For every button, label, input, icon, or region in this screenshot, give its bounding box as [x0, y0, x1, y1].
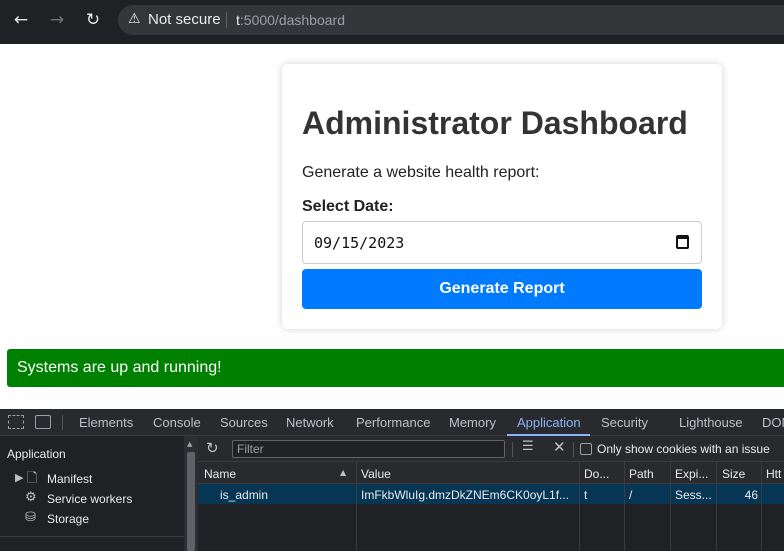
warning-triangle-icon: ⚠	[128, 11, 141, 27]
column-header-domain[interactable]: Do...	[584, 467, 622, 481]
devtools-panel: Elements Console Sources Network Perform…	[0, 409, 784, 551]
column-header-name[interactable]: Name	[204, 467, 334, 481]
cookies-table: Name ▲ Value Do... Path Expi... Size Htt…	[198, 462, 784, 551]
sidebar-item-storage[interactable]: Storage	[47, 512, 89, 526]
sidebar-title: Application	[7, 447, 66, 461]
database-icon: ⛁	[25, 510, 36, 525]
tab-dom[interactable]: DOM	[762, 415, 784, 430]
tab-divider	[62, 415, 63, 430]
url-path: :5000/dashboard	[239, 12, 345, 28]
omnibox-separator	[226, 12, 227, 28]
column-header-path[interactable]: Path	[629, 467, 669, 481]
cookie-name[interactable]: is_admin	[220, 488, 350, 502]
table-header: Name ▲ Value Do... Path Expi... Size Htt	[198, 462, 784, 484]
cookie-domain[interactable]: t	[584, 488, 622, 502]
sidebar-divider	[0, 536, 184, 537]
scroll-up-icon[interactable]: ▲	[187, 440, 192, 448]
calendar-icon[interactable]	[676, 235, 689, 249]
tab-performance[interactable]: Performance	[356, 415, 430, 430]
tab-network[interactable]: Network	[286, 415, 334, 430]
column-divider[interactable]	[356, 462, 357, 551]
url-text[interactable]: t:5000/dashboard	[236, 12, 345, 28]
report-description: Generate a website health report:	[302, 164, 540, 181]
column-divider[interactable]	[579, 462, 580, 551]
cookie-path[interactable]: /	[629, 488, 669, 502]
toolbar-separator	[573, 442, 574, 457]
generate-report-button[interactable]: Generate Report	[302, 269, 702, 309]
date-label: Select Date:	[302, 198, 394, 215]
column-divider[interactable]	[670, 462, 671, 551]
inspect-element-icon[interactable]	[8, 415, 24, 429]
tab-sources[interactable]: Sources	[220, 415, 268, 430]
only-issues-checkbox[interactable]	[580, 443, 592, 455]
forward-arrow-icon[interactable]: →	[44, 9, 70, 31]
column-divider[interactable]	[761, 462, 762, 551]
date-input[interactable]: 09/15/2023	[302, 221, 702, 264]
tab-memory[interactable]: Memory	[449, 415, 496, 430]
cookie-value[interactable]: ImFkbWluIg.dmzDkZNEm6CK0oyL1f...	[361, 488, 573, 502]
refresh-icon[interactable]: ↻	[206, 439, 219, 457]
sidebar-item-manifest[interactable]: Manifest	[47, 472, 92, 486]
tab-security[interactable]: Security	[601, 415, 648, 430]
only-issues-label: Only show cookies with an issue	[597, 442, 770, 456]
back-arrow-icon[interactable]: ←	[8, 9, 34, 31]
security-indicator[interactable]: Not secure	[148, 11, 221, 28]
sidebar-scrollbar[interactable]: ▲	[184, 436, 198, 551]
cookie-filter-input[interactable]	[232, 440, 505, 458]
column-header-httponly[interactable]: Htt	[766, 467, 784, 481]
tab-lighthouse[interactable]: Lighthouse	[679, 415, 743, 430]
scrollbar-thumb[interactable]	[187, 452, 195, 551]
column-header-size[interactable]: Size	[722, 467, 758, 481]
file-icon: 🗋	[27, 471, 38, 486]
cookie-expires[interactable]: Sess...	[675, 488, 713, 502]
page-title: Administrator Dashboard	[302, 105, 688, 141]
toolbar-separator	[512, 442, 513, 457]
sort-ascending-icon[interactable]: ▲	[340, 468, 346, 477]
reload-icon[interactable]: ↻	[80, 9, 106, 31]
column-header-expires[interactable]: Expi...	[675, 467, 713, 481]
tab-elements[interactable]: Elements	[79, 415, 133, 430]
browser-toolbar: ← → ↻ ⚠ Not secure t:5000/dashboard	[0, 0, 784, 44]
column-divider[interactable]	[624, 462, 625, 551]
cookies-toolbar: ↻ ☰ ✕ Only show cookies with an issue	[198, 436, 784, 462]
clear-filtered-cookies-icon[interactable]: ☰	[522, 439, 534, 454]
device-toolbar-icon[interactable]	[35, 415, 51, 429]
tab-application[interactable]: Application	[517, 415, 581, 430]
gear-icon: ⚙	[25, 490, 37, 505]
dashboard-card: Administrator Dashboard Generate a websi…	[282, 64, 722, 329]
address-bar[interactable]: ⚠ Not secure t:5000/dashboard	[118, 5, 784, 35]
column-header-value[interactable]: Value	[361, 467, 571, 481]
application-sidebar: Application ▶ 🗋 Manifest ⚙ Service worke…	[0, 436, 184, 551]
expand-arrow-icon[interactable]: ▶	[15, 471, 23, 484]
sidebar-item-service-workers[interactable]: Service workers	[47, 492, 132, 506]
column-divider[interactable]	[716, 462, 717, 551]
cookie-size[interactable]: 46	[722, 488, 758, 502]
devtools-tab-bar: Elements Console Sources Network Perform…	[0, 409, 784, 436]
status-banner: Systems are up and running!	[7, 349, 784, 387]
tab-console[interactable]: Console	[153, 415, 201, 430]
date-value: 09/15/2023	[314, 234, 405, 252]
delete-cookie-icon[interactable]: ✕	[553, 438, 566, 456]
